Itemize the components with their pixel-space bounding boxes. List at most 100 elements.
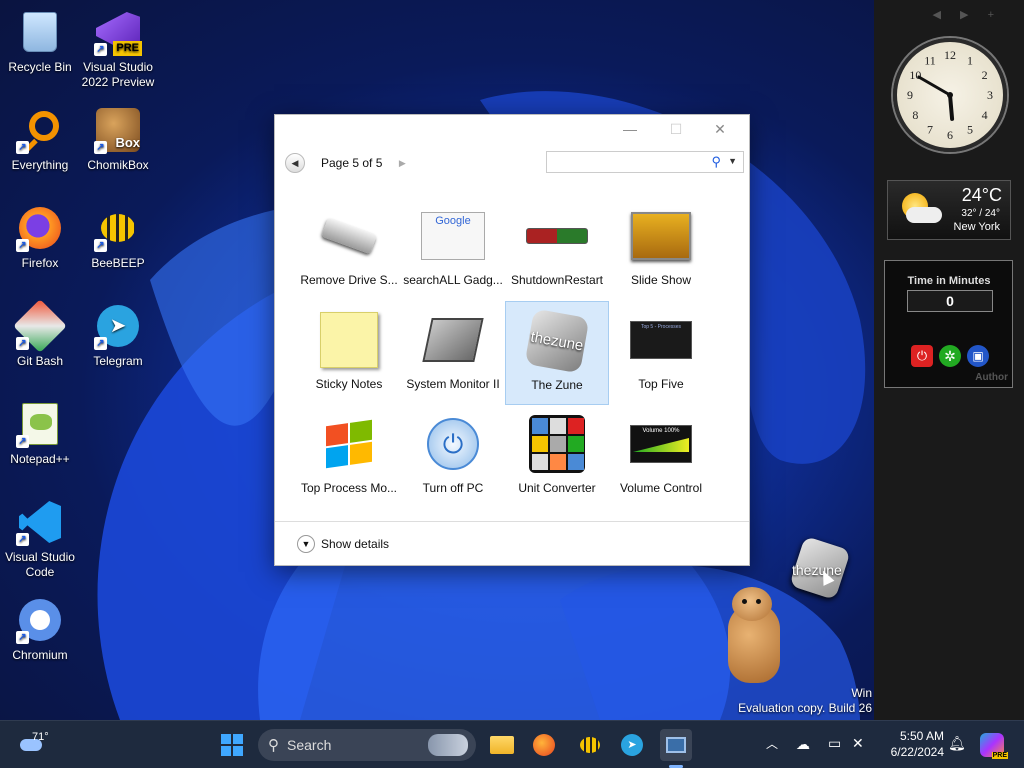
timer-start-button[interactable]: ✲ bbox=[939, 345, 961, 367]
gadget-item-label: The Zune bbox=[531, 378, 583, 392]
shortcut-arrow-icon: ↗ bbox=[94, 43, 107, 56]
recycle-bin-icon bbox=[16, 8, 64, 56]
desktop-icon-chomikbox[interactable]: Box ↗ ChomikBox bbox=[78, 106, 158, 173]
telegram-taskbar-button[interactable]: ➤ bbox=[616, 729, 648, 761]
notification-bell-icon[interactable]: 🔔︎ bbox=[948, 735, 966, 752]
timer-gadget[interactable]: Time in Minutes 0 ⏻ ✲ ▣ Author bbox=[884, 260, 1013, 388]
vscode-icon: ↗ bbox=[16, 498, 64, 546]
bee-icon bbox=[580, 737, 600, 753]
copilot-button[interactable]: PRE bbox=[980, 733, 1008, 759]
gadget-item[interactable]: Top Process Mo... bbox=[297, 405, 401, 509]
gadget-item[interactable]: Remove Drive S... bbox=[297, 197, 401, 301]
power-button-icon: ⏻ bbox=[418, 413, 488, 475]
shortcut-arrow-icon: ↗ bbox=[16, 631, 29, 644]
clock-number: 3 bbox=[987, 88, 993, 102]
chevron-down-icon[interactable]: ▼ bbox=[297, 534, 315, 553]
timer-lock-button[interactable]: ▣ bbox=[967, 345, 989, 367]
gadget-item[interactable]: ⏻ Turn off PC bbox=[401, 405, 505, 509]
visual-studio-preview-icon: PRE ↗ bbox=[94, 8, 142, 56]
desktop-icon-visual-studio-preview[interactable]: PRE ↗ Visual Studio 2022 Preview bbox=[78, 8, 158, 90]
desktop-icon-label: Notepad++ bbox=[10, 452, 70, 466]
shortcut-arrow-icon: ↗ bbox=[94, 337, 107, 350]
sidebar-nav[interactable]: ◀ ▶ + bbox=[933, 8, 1002, 21]
chevron-down-icon[interactable]: ▼ bbox=[728, 156, 737, 166]
gadget-item[interactable]: Slide Show bbox=[609, 197, 713, 301]
previous-page-button[interactable]: ◀ bbox=[285, 153, 305, 173]
desktop-icon-chromium[interactable]: ↗ Chromium bbox=[0, 596, 80, 663]
dragging-zune-gadget[interactable]: thezune bbox=[788, 535, 852, 601]
next-page-button[interactable]: ▶ bbox=[392, 153, 412, 173]
gadget-item-label: Turn off PC bbox=[422, 481, 484, 495]
clock-number: 4 bbox=[982, 108, 988, 122]
shortcut-arrow-icon: ↗ bbox=[94, 141, 107, 154]
gadgets-taskbar-button[interactable] bbox=[660, 729, 692, 761]
desktop-icon-label: Chromium bbox=[12, 648, 68, 662]
search-highlight-image bbox=[428, 734, 468, 756]
chromium-icon: ↗ bbox=[16, 596, 64, 644]
gadget-item[interactable]: thezune The Zune bbox=[505, 301, 609, 405]
file-explorer-button[interactable] bbox=[486, 729, 518, 761]
chevron-up-icon[interactable]: ︿ bbox=[766, 735, 778, 752]
watermark-line1: Win bbox=[851, 686, 872, 700]
desktop-icon-everything-search[interactable]: ↗ Everything bbox=[0, 106, 80, 173]
desktop-icon-notepadpp[interactable]: ↗ Notepad++ bbox=[0, 400, 80, 467]
gadget-item[interactable]: Top 5 - Processes Top Five bbox=[609, 301, 713, 405]
firefox-taskbar-button[interactable] bbox=[528, 729, 560, 761]
page-label: Page 5 of 5 bbox=[321, 156, 383, 170]
maximize-button[interactable]: ☐ bbox=[661, 121, 691, 138]
git-bash-icon: ↗ bbox=[13, 299, 67, 353]
timer-value[interactable]: 0 bbox=[907, 290, 993, 312]
desktop-icon-label: Visual Studio 2022 Preview bbox=[81, 60, 155, 89]
weather-widget[interactable]: 71° bbox=[18, 731, 68, 759]
gadget-item[interactable]: ShutdownRestart bbox=[505, 197, 609, 301]
clock-number: 2 bbox=[982, 68, 988, 82]
volume-text: Volume 100% bbox=[642, 428, 680, 434]
display-icon[interactable]: ▭ bbox=[828, 735, 841, 752]
desktop-icon-telegram[interactable]: ➤ ↗ Telegram bbox=[78, 302, 158, 369]
search-icon[interactable]: ⚲ bbox=[711, 154, 721, 170]
weather-range: 32° / 24° bbox=[961, 208, 1000, 219]
desktop-icon-beebeep[interactable]: ↗ BeeBEEP bbox=[78, 204, 158, 271]
gadget-item-label: Unit Converter bbox=[518, 481, 596, 495]
notepadpp-icon: ↗ bbox=[16, 400, 64, 448]
gadget-search-input[interactable] bbox=[551, 152, 701, 172]
desktop-icon-firefox[interactable]: ↗ Firefox bbox=[0, 204, 80, 271]
gadget-item[interactable]: Volume 100% Volume Control bbox=[609, 405, 713, 509]
clock-number: 6 bbox=[947, 128, 953, 142]
beebeep-taskbar-button[interactable] bbox=[574, 729, 606, 761]
desktop-icon-recycle-bin[interactable]: Recycle Bin bbox=[0, 8, 80, 75]
clock-hour-hand bbox=[948, 93, 955, 121]
desktop-icon-label: Everything bbox=[11, 158, 69, 172]
gadget-search-box[interactable]: ⚲ ▼ bbox=[546, 151, 744, 173]
gadget-item[interactable]: Unit Converter bbox=[505, 405, 609, 509]
firefox-icon: ↗ bbox=[16, 204, 64, 252]
taskbar-time[interactable]: 5:50 AM bbox=[884, 729, 944, 743]
network-offline-icon[interactable]: ☁ bbox=[796, 736, 810, 753]
windows-logo-icon bbox=[221, 734, 243, 756]
minimize-button[interactable]: — bbox=[615, 121, 645, 137]
gadget-item-label: Remove Drive S... bbox=[300, 273, 398, 287]
google-text: Google bbox=[435, 215, 471, 227]
timer-title: Time in Minutes bbox=[907, 275, 991, 287]
taskbar-date[interactable]: 6/22/2024 bbox=[880, 745, 944, 759]
weather-gadget[interactable]: 24°C 32° / 24° New York bbox=[887, 180, 1011, 240]
top-five-icon: Top 5 - Processes bbox=[626, 309, 696, 371]
gadget-item-label: searchALL Gadg... bbox=[403, 273, 503, 287]
taskbar-search-box[interactable]: ⚲ Search bbox=[258, 729, 476, 761]
close-button[interactable]: ✕ bbox=[705, 121, 735, 138]
start-button[interactable] bbox=[216, 729, 248, 761]
desktop-icon-git-bash[interactable]: ↗ Git Bash bbox=[0, 299, 80, 369]
gadget-item[interactable]: Sticky Notes bbox=[297, 301, 401, 405]
gadget-item[interactable]: Google searchALL Gadg... bbox=[401, 197, 505, 301]
gadget-item[interactable]: System Monitor II bbox=[401, 301, 505, 405]
shortcut-arrow-icon: ↗ bbox=[16, 239, 29, 252]
clock-gadget[interactable]: 12 1 2 3 4 5 6 7 8 9 10 11 bbox=[893, 38, 1007, 152]
show-details-row[interactable]: ▼ Show details bbox=[275, 521, 749, 565]
weather-temp: 24°C bbox=[961, 185, 1002, 205]
volume-mute-icon[interactable]: ✕ bbox=[852, 735, 864, 752]
box-badge: Box bbox=[115, 135, 140, 150]
timer-footer: Author bbox=[975, 372, 1008, 383]
timer-power-button[interactable]: ⏻ bbox=[911, 345, 933, 367]
desktop-icon-vscode[interactable]: ↗ Visual Studio Code bbox=[0, 498, 80, 580]
chomikbox-icon: Box ↗ bbox=[94, 106, 142, 154]
